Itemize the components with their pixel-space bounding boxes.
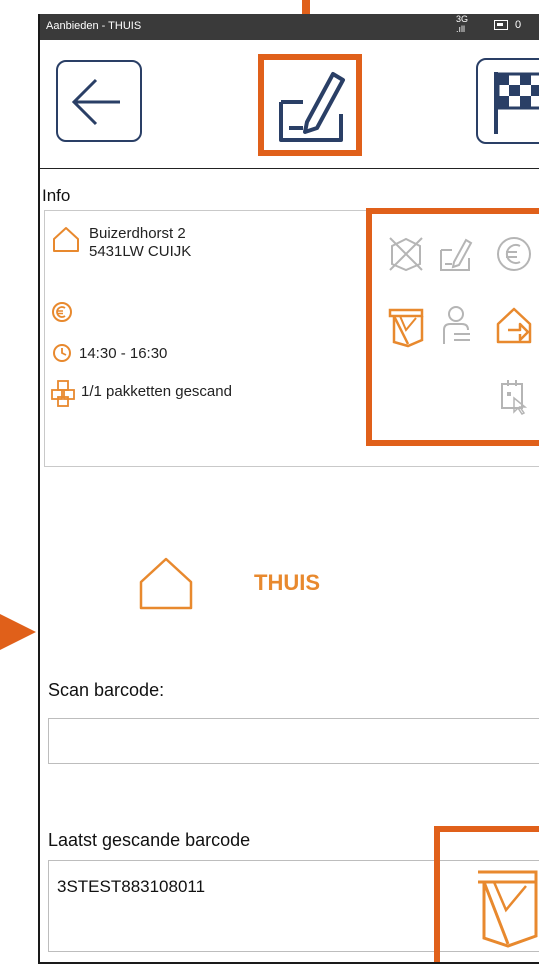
network-label: 3G bbox=[456, 14, 469, 24]
battery-icon bbox=[494, 20, 508, 30]
mailbox-icon[interactable] bbox=[386, 304, 428, 348]
payment-icon[interactable] bbox=[494, 234, 534, 274]
back-arrow-icon bbox=[71, 78, 120, 126]
scan-barcode-input[interactable] bbox=[48, 718, 539, 764]
status-bar: Aanbieden - THUIS 3G .ıll 0 bbox=[40, 14, 539, 40]
last-scanned-label: Laatst gescande barcode bbox=[48, 830, 251, 850]
checkered-flag-icon bbox=[494, 72, 539, 134]
scan-barcode-label: Scan barcode: bbox=[48, 680, 165, 700]
network-indicator: 3G .ıll bbox=[456, 14, 468, 34]
signal-icon: .ıll bbox=[456, 24, 465, 34]
sign-edit-button[interactable] bbox=[267, 62, 353, 148]
time-window: 14:30 - 16:30 bbox=[79, 345, 168, 362]
person-icon[interactable] bbox=[438, 304, 474, 348]
clock-icon bbox=[53, 344, 71, 362]
sign-edit-icon bbox=[279, 72, 345, 142]
house-icon bbox=[53, 227, 79, 252]
mailbox-delivery-icon[interactable] bbox=[460, 866, 539, 950]
thuis-house-icon bbox=[139, 557, 193, 610]
pointer-arrow-icon bbox=[0, 614, 36, 650]
finish-button[interactable] bbox=[476, 58, 539, 144]
app-screen: Aanbieden - THUIS 3G .ıll 0 Info Buizerd… bbox=[38, 14, 539, 964]
euro-icon bbox=[52, 302, 72, 322]
packages-icon bbox=[51, 380, 75, 407]
battery-level: 0 bbox=[515, 19, 522, 31]
address-line2: 5431LW CUIJK bbox=[89, 243, 192, 260]
packages-scanned: 1/1 pakketten gescand bbox=[81, 383, 232, 400]
address-line1: Buizerdhorst 2 bbox=[89, 225, 186, 242]
signature-icon[interactable] bbox=[436, 234, 476, 274]
service-point-icon[interactable] bbox=[498, 378, 530, 416]
neighbour-delivery-icon[interactable] bbox=[494, 304, 539, 348]
window-title: Aanbieden - THUIS bbox=[46, 20, 142, 32]
delivery-type-label: THUIS bbox=[254, 570, 320, 595]
back-button[interactable] bbox=[56, 60, 142, 142]
toolbar-divider bbox=[40, 168, 539, 169]
no-delivery-icon[interactable] bbox=[386, 234, 426, 274]
info-title: Info bbox=[42, 186, 71, 205]
last-scanned-value: 3STEST883108011 bbox=[57, 877, 206, 896]
